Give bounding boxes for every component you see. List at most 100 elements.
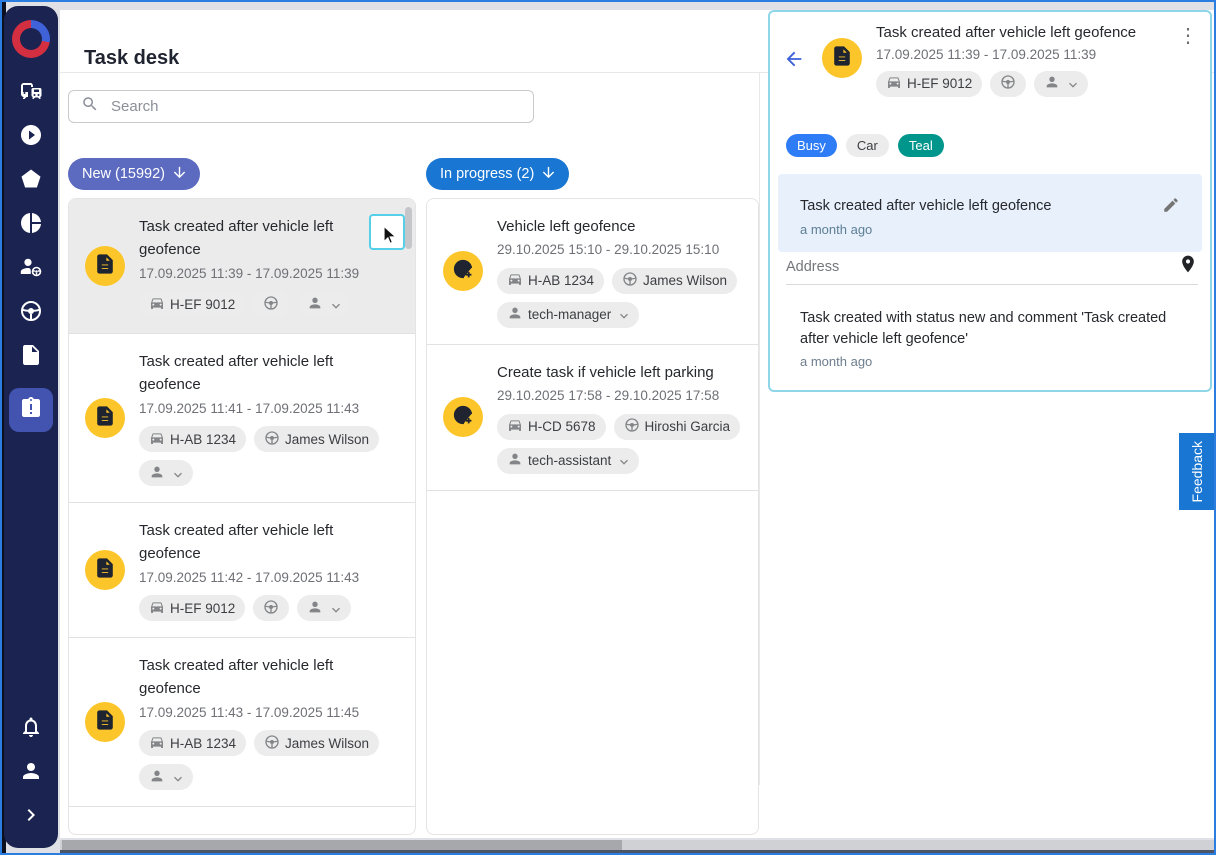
sidebar-item-steering[interactable] [9, 300, 53, 326]
vehicle-plate: H-EF 9012 [907, 76, 973, 91]
task-date: 29.10.2025 15:10 - 29.10.2025 15:10 [497, 242, 720, 258]
profile-button[interactable] [9, 760, 53, 786]
sidebar-item-playback[interactable] [9, 124, 53, 150]
task-avatar [443, 397, 483, 438]
vehicle-chip[interactable]: H-CD 5678 [497, 413, 606, 440]
bottom-strip [60, 850, 1214, 853]
sidebar-item-drivers[interactable] [9, 256, 53, 282]
vehicle-plate: H-EF 9012 [170, 296, 236, 312]
notifications-button[interactable] [9, 716, 53, 742]
comment-highlight: Task created after vehicle left geofence… [778, 174, 1202, 252]
assignee-chip[interactable] [297, 291, 352, 318]
vehicle-chip[interactable]: H-EF 9012 [876, 70, 983, 97]
sidebar-item-fleet[interactable] [9, 80, 53, 106]
assignee-chip[interactable] [1034, 70, 1089, 97]
vehicle-chip[interactable]: H-AB 1234 [139, 426, 247, 453]
tag-row: Busy Car Teal [786, 134, 944, 157]
task-title: Vehicle left geofence [497, 218, 636, 235]
chevron-down-icon [328, 602, 341, 615]
task-card[interactable]: Task created after vehicle left geofence… [69, 638, 415, 808]
assignee-chip[interactable]: tech-manager [497, 301, 640, 328]
car-icon [886, 74, 902, 93]
task-check-icon [452, 404, 474, 431]
column-header-new[interactable]: New (15992) [68, 158, 201, 190]
assignee-name: tech-assistant [528, 453, 612, 469]
vehicle-plate: H-AB 1234 [170, 431, 237, 447]
task-check-icon [452, 258, 474, 285]
sidebar-item-reports[interactable] [9, 212, 53, 238]
sidebar-item-geofences[interactable] [9, 168, 53, 194]
column-header-inprogress[interactable]: In progress (2) [426, 158, 570, 190]
task-detail-panel: Task created after vehicle left geofence… [768, 10, 1212, 392]
detail-date: 17.09.2025 11:39 - 17.09.2025 11:39 [876, 46, 1097, 62]
document-icon [94, 709, 116, 736]
task-card[interactable]: Task created after vehicle left geofence… [69, 503, 415, 639]
location-pin-icon[interactable] [1178, 254, 1198, 274]
driver-chip[interactable]: James Wilson [254, 730, 380, 757]
car-icon [149, 430, 165, 449]
driver-chip[interactable]: Hiroshi Garcia [613, 413, 741, 440]
sidebar-item-documents[interactable] [9, 344, 53, 370]
driver-chip[interactable]: James Wilson [254, 426, 380, 453]
column-inprogress: Vehicle left geofence 29.10.2025 15:10 -… [426, 198, 759, 835]
page-title: Task desk [84, 47, 180, 70]
steering-wheel-icon [19, 299, 43, 328]
driver-name: Hiroshi Garcia [644, 419, 731, 435]
assignee-chip[interactable] [297, 595, 352, 622]
more-options-button[interactable]: ⋮ [1178, 26, 1198, 46]
search-box[interactable] [68, 90, 534, 123]
comment-text: Task created after vehicle left geofence [800, 198, 1052, 214]
vehicle-chip[interactable]: H-EF 9012 [139, 291, 246, 318]
chevron-right-icon [19, 803, 43, 832]
back-button[interactable] [780, 45, 808, 73]
document-icon [19, 343, 43, 372]
car-icon [149, 734, 165, 753]
steering-wheel-icon [263, 599, 279, 618]
person-icon [307, 599, 323, 618]
scrollbar-thumb[interactable] [62, 840, 622, 850]
driver-chip-empty[interactable] [990, 70, 1027, 97]
vehicle-chip[interactable]: H-AB 1234 [497, 267, 605, 294]
vehicle-chip[interactable]: H-AB 1234 [139, 730, 247, 757]
task-card[interactable]: Task created after vehicle left geofence… [69, 334, 415, 504]
task-card[interactable]: Create task if vehicle left parking 29.1… [427, 344, 758, 491]
chevron-down-icon [616, 308, 629, 321]
tag-car[interactable]: Car [845, 134, 889, 157]
chevron-down-icon [328, 298, 341, 311]
person-icon [149, 464, 165, 483]
task-card[interactable]: Vehicle left geofence 29.10.2025 15:10 -… [427, 199, 758, 345]
task-date: 17.09.2025 11:43 - 17.09.2025 11:45 [139, 704, 360, 720]
driver-chip-empty[interactable] [253, 595, 290, 622]
driver-chip[interactable]: James Wilson [612, 267, 738, 294]
task-card[interactable]: Task created after vehicle left geofence… [69, 199, 415, 335]
comment-time: a month ago [800, 222, 873, 237]
column-scrollbar[interactable] [405, 207, 412, 249]
detail-title: Task created after vehicle left geofence [876, 24, 1137, 41]
horizontal-scrollbar[interactable] [60, 840, 1214, 850]
assignee-chip[interactable]: tech-assistant [497, 447, 640, 474]
sidebar [4, 6, 58, 848]
chevron-down-icon [170, 771, 183, 784]
tag-teal[interactable]: Teal [897, 134, 944, 157]
edit-comment-button[interactable] [1162, 196, 1180, 214]
vehicle-chip[interactable]: H-EF 9012 [139, 595, 246, 622]
feedback-label: Feedback [1188, 440, 1205, 503]
steering-wheel-icon [263, 295, 279, 314]
assignee-chip[interactable] [139, 460, 193, 487]
address-field[interactable]: Address [786, 255, 1198, 285]
history-text: Task created with status new and comment… [800, 310, 1167, 348]
sidebar-item-tasks[interactable] [9, 388, 53, 432]
expand-sidebar-button[interactable] [9, 804, 53, 830]
vehicle-plate: H-AB 1234 [170, 735, 237, 751]
column-label: In progress (2) [440, 166, 535, 182]
task-date: 17.09.2025 11:41 - 17.09.2025 11:43 [139, 400, 360, 416]
chevron-down-icon [1065, 77, 1078, 90]
assignee-chip[interactable] [139, 764, 193, 791]
driver-chip-empty[interactable] [253, 291, 290, 318]
search-input[interactable] [109, 97, 521, 116]
driver-name: James Wilson [643, 273, 728, 289]
feedback-button[interactable]: Feedback [1179, 433, 1214, 510]
task-title: Task created after vehicle left geofence [139, 353, 334, 394]
tag-busy[interactable]: Busy [786, 134, 837, 157]
car-icon [149, 295, 165, 314]
